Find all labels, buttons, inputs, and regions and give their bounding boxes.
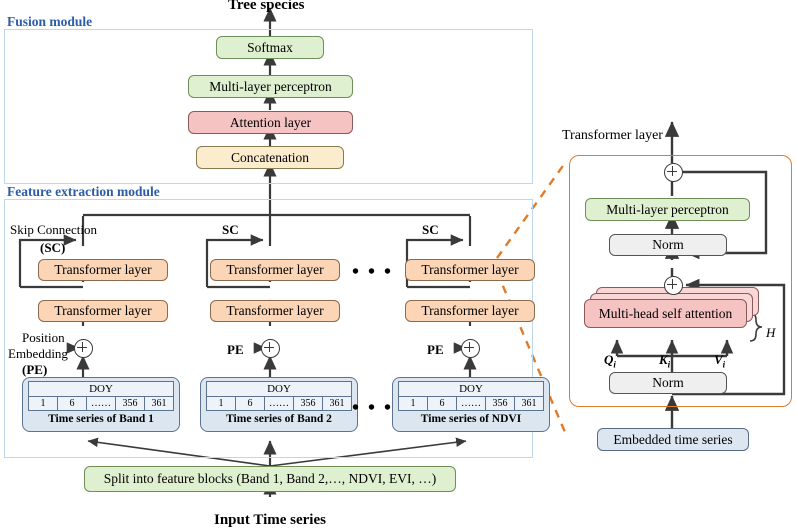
key-symbol: K	[659, 352, 668, 367]
transformer-layer-col2-lower[interactable]: Transformer layer	[210, 300, 340, 322]
doy-table: DOY 1 6 …… 356 361	[28, 381, 174, 411]
doy-cell: 356	[115, 396, 145, 411]
feature-extraction-module-label: Feature extraction module	[7, 184, 160, 199]
position-embedding-add-col3	[461, 339, 480, 358]
transformer-layer-col2-upper[interactable]: Transformer layer	[210, 259, 340, 281]
doy-cell: 361	[144, 396, 174, 411]
timeseries-caption: Time series of Band 1	[48, 413, 154, 425]
transformer-row-ellipsis: • • •	[352, 261, 394, 283]
sc-label-col3: SC	[422, 222, 439, 237]
sc-label-col2: SC	[222, 222, 239, 237]
residual-add-upper	[664, 163, 683, 182]
doy-table: DOY 1 6 …… 356 361	[398, 381, 544, 411]
doy-cell: ……	[456, 396, 486, 411]
concatenation-label: Concatenation	[231, 149, 309, 165]
position-embedding-abbr: (PE)	[22, 362, 48, 377]
position-embedding-add-col1	[74, 339, 93, 358]
heads-count-label: H	[766, 325, 776, 340]
position-embedding-label-line1: Position	[22, 330, 65, 345]
doy-cell: ……	[264, 396, 294, 411]
timeseries-caption: Time series of Band 2	[226, 413, 332, 425]
query-symbol: Q	[604, 352, 614, 367]
doy-table: DOY 1 6 …… 356 361	[206, 381, 352, 411]
doy-cell: 1	[28, 396, 58, 411]
transformer-panel-title: Transformer layer	[562, 128, 663, 143]
timeseries-row-ellipsis: • • •	[352, 397, 394, 419]
value-label: Vi	[714, 352, 725, 370]
doy-header: DOY	[28, 381, 174, 397]
detail-norm-lower-node[interactable]: Norm	[609, 372, 727, 394]
residual-add-lower	[664, 276, 683, 295]
skip-connection-label: Skip Connection	[10, 222, 98, 237]
fusion-module-label: Fusion module	[7, 14, 93, 29]
key-label: Ki	[659, 352, 670, 370]
key-subscript: i	[667, 359, 671, 370]
timeseries-card-ndvi[interactable]: DOY 1 6 …… 356 361 Time series of NDVI	[392, 377, 550, 432]
detail-norm-upper-node[interactable]: Norm	[609, 234, 727, 256]
softmax-node[interactable]: Softmax	[216, 36, 324, 59]
timeseries-card-band2[interactable]: DOY 1 6 …… 356 361 Time series of Band 2	[200, 377, 358, 432]
timeseries-caption: Time series of NDVI	[420, 413, 522, 425]
doy-cell: 6	[57, 396, 87, 411]
doy-cell: 361	[514, 396, 544, 411]
detail-mlp-label: Multi-layer perceptron	[606, 201, 729, 217]
transformer-layer-label: Transformer layer	[54, 303, 152, 318]
transformer-layer-col3-lower[interactable]: Transformer layer	[405, 300, 535, 322]
doy-cell: 6	[427, 396, 457, 411]
doy-cell: ……	[86, 396, 116, 411]
attention-layer-label: Attention layer	[229, 114, 312, 130]
msa-label: Multi-head self attention	[598, 305, 733, 321]
attention-layer-node[interactable]: Attention layer	[188, 111, 353, 134]
doy-cell: 1	[398, 396, 428, 411]
input-title: Input Time series	[214, 512, 326, 528]
detail-mlp-node[interactable]: Multi-layer perceptron	[585, 198, 750, 221]
transformer-layer-col1-upper[interactable]: Transformer layer	[38, 259, 168, 281]
transformer-layer-label: Transformer layer	[421, 262, 519, 277]
softmax-label: Softmax	[247, 39, 293, 55]
query-label: Qi	[604, 352, 616, 370]
detail-norm-upper-label: Norm	[652, 237, 684, 252]
concatenation-node[interactable]: Concatenation	[196, 146, 344, 169]
doy-header: DOY	[206, 381, 352, 397]
query-subscript: i	[613, 359, 616, 370]
split-feature-blocks-node[interactable]: Split into feature blocks (Band 1, Band …	[84, 466, 456, 492]
doy-cell: 356	[293, 396, 323, 411]
split-feature-blocks-label: Split into feature blocks (Band 1, Band …	[103, 471, 437, 486]
embedded-time-series-node[interactable]: Embedded time series	[597, 428, 749, 451]
transformer-layer-col1-lower[interactable]: Transformer layer	[38, 300, 168, 322]
value-symbol: V	[714, 352, 723, 367]
timeseries-card-band1[interactable]: DOY 1 6 …… 356 361 Time series of Band 1	[22, 377, 180, 432]
transformer-layer-label: Transformer layer	[421, 303, 519, 318]
doy-cell: 6	[235, 396, 265, 411]
value-subscript: i	[722, 359, 726, 370]
pe-label-col2: PE	[227, 342, 244, 357]
transformer-layer-label: Transformer layer	[54, 262, 152, 277]
msa-node[interactable]: Multi-head self attention	[584, 299, 747, 328]
doy-header: DOY	[398, 381, 544, 397]
position-embedding-add-col2	[261, 339, 280, 358]
position-embedding-label-line2: Embedding	[8, 346, 68, 361]
detail-norm-lower-label: Norm	[652, 375, 684, 390]
output-title: Tree species	[228, 0, 305, 13]
transformer-layer-label: Transformer layer	[226, 303, 324, 318]
transformer-layer-label: Transformer layer	[226, 262, 324, 277]
pe-label-col3: PE	[427, 342, 444, 357]
doy-cell: 356	[485, 396, 515, 411]
architecture-diagram: Fusion module Feature extraction module …	[0, 0, 798, 532]
skip-connection-abbr: (SC)	[40, 240, 66, 255]
doy-cell: 1	[206, 396, 236, 411]
mlp-node[interactable]: Multi-layer perceptron	[188, 75, 353, 98]
mlp-label: Multi-layer perceptron	[209, 78, 332, 94]
embedded-time-series-label: Embedded time series	[613, 431, 733, 447]
transformer-layer-col3-upper[interactable]: Transformer layer	[405, 259, 535, 281]
doy-cell: 361	[322, 396, 352, 411]
